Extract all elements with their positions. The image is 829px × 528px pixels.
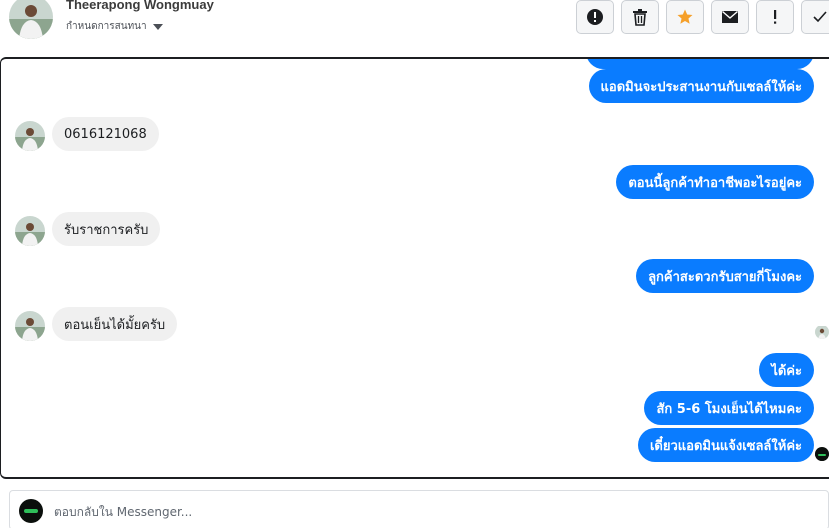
conversation-status-dropdown[interactable]: กำหนดการสนทนา	[66, 19, 163, 34]
caret-down-icon	[152, 24, 163, 30]
report-button[interactable]	[576, 0, 614, 34]
message-bubble-incoming[interactable]: ตอนเย็นได้มั้ยครับ	[52, 307, 178, 341]
mark-unread-button[interactable]	[711, 0, 749, 34]
trash-icon	[633, 9, 647, 26]
exclamation-icon	[774, 10, 777, 24]
contact-avatar-small	[15, 216, 45, 246]
message-thread[interactable]: แอดมินจะประสานงานกับเซลล์ให้ค่ะ 06161210…	[0, 57, 829, 479]
check-icon	[813, 11, 827, 23]
envelope-icon	[722, 10, 738, 23]
star-button[interactable]	[666, 0, 704, 34]
message-bubble-outgoing[interactable]: ลูกค้าสะดวกรับสายกี่โมงคะ	[636, 259, 814, 293]
message-composer	[9, 490, 829, 528]
message-bubble-outgoing[interactable]: แอดมินจะประสานงานกับเซลล์ให้ค่ะ	[588, 69, 814, 103]
message-bubble-incoming[interactable]: รับราชการครับ	[52, 212, 161, 246]
alert-circle-icon	[587, 9, 603, 25]
page-seen-indicator	[815, 447, 829, 461]
page-logo-icon	[19, 499, 43, 523]
done-button[interactable]	[801, 0, 829, 34]
reply-input[interactable]	[54, 501, 754, 523]
follow-up-button[interactable]	[756, 0, 794, 34]
message-bubble-outgoing[interactable]: ได้ค่ะ	[759, 353, 814, 387]
contact-name[interactable]: Theerapong Wongmuay	[66, 0, 214, 12]
contact-avatar[interactable]	[9, 0, 53, 39]
header-toolbar	[576, 0, 829, 34]
message-bubble-outgoing[interactable]: สัก 5-6 โมงเย็นได้ไหมคะ	[644, 391, 814, 425]
conversation-status-label: กำหนดการสนทนา	[66, 21, 147, 32]
message-bubble-incoming[interactable]: 0616121068	[52, 117, 159, 151]
contact-avatar-small	[15, 121, 45, 151]
message-bubble-outgoing[interactable]	[586, 59, 814, 69]
message-bubble-outgoing[interactable]: ตอนนี้ลูกค้าทำอาชีพอะไรอยู่คะ	[616, 165, 814, 199]
contact-avatar-small	[15, 311, 45, 341]
conversation-header: Theerapong Wongmuay กำหนดการสนทนา	[0, 0, 829, 56]
delete-button[interactable]	[621, 0, 659, 34]
message-bubble-outgoing[interactable]: เดี๋ยวแอดมินแจ้งเซลล์ให้ค่ะ	[637, 428, 814, 462]
seen-indicator-avatar	[815, 325, 829, 339]
star-icon	[677, 9, 693, 24]
